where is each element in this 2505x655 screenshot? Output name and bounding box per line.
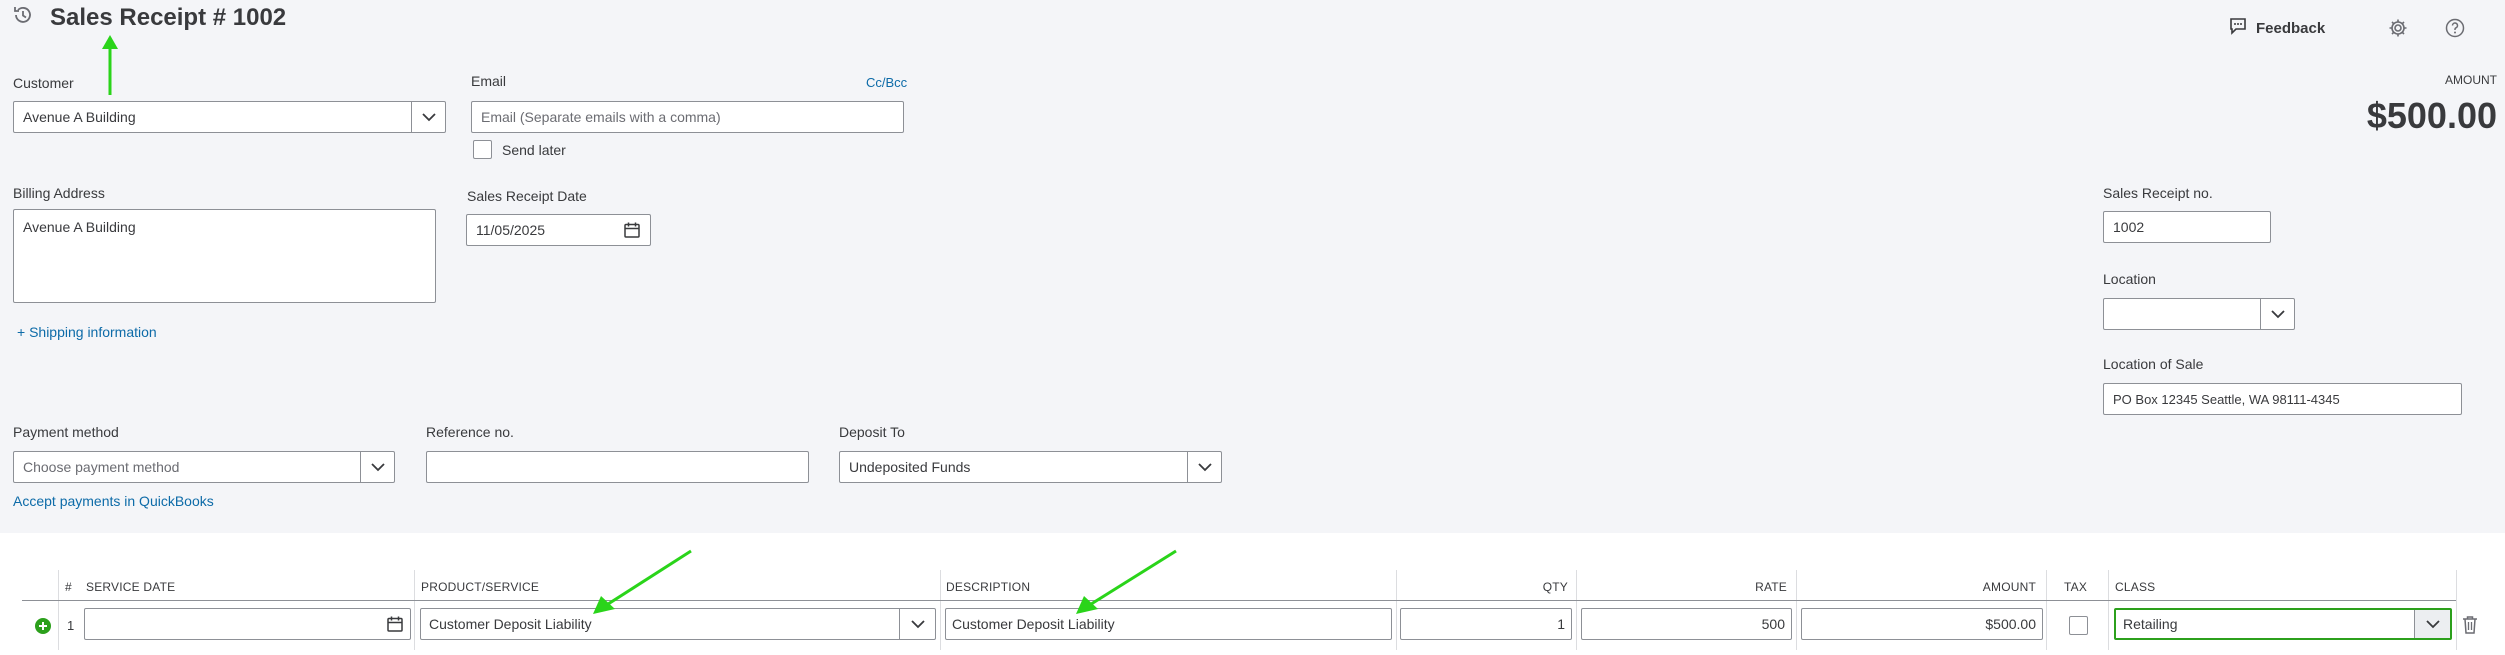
chevron-down-icon[interactable] [1187, 452, 1221, 482]
location-label: Location [2103, 271, 2156, 287]
rate-cell[interactable]: 500 [1581, 608, 1792, 640]
customer-select[interactable]: Avenue A Building [13, 101, 446, 133]
billing-address-value: Avenue A Building [23, 219, 136, 235]
feedback-label: Feedback [2256, 20, 2326, 37]
send-later-label: Send later [502, 142, 566, 158]
payment-method-label: Payment method [13, 424, 119, 440]
email-field[interactable]: Email (Separate emails with a comma) [471, 101, 904, 133]
accept-payments-link[interactable]: Accept payments in QuickBooks [13, 493, 214, 509]
location-of-sale-field[interactable]: PO Box 12345 Seattle, WA 98111-4345 [2103, 383, 2462, 415]
payment-method-select[interactable]: Choose payment method [13, 451, 395, 483]
sales-receipt-no-field[interactable]: 1002 [2103, 211, 2271, 243]
help-icon[interactable] [2445, 18, 2465, 43]
send-later-checkbox[interactable] [473, 140, 492, 159]
trash-icon[interactable] [2462, 615, 2478, 640]
add-line-icon[interactable] [35, 618, 51, 634]
chevron-down-icon[interactable] [2260, 299, 2294, 329]
col-product-header: PRODUCT/SERVICE [421, 580, 540, 594]
col-rate-header: RATE [1755, 580, 1787, 594]
history-icon[interactable] [12, 4, 34, 26]
sales-receipt-date-field[interactable]: 11/05/2025 [466, 214, 651, 246]
table-header-divider [22, 600, 2456, 601]
location-select[interactable] [2103, 298, 2295, 330]
customer-label: Customer [13, 75, 74, 91]
calendar-icon[interactable] [386, 615, 404, 633]
amount-value: $500.00 [2366, 95, 2497, 136]
feedback-icon [2228, 16, 2248, 41]
gear-icon[interactable] [2388, 18, 2408, 43]
col-class-header: CLASS [2115, 580, 2156, 594]
shipping-information-link[interactable]: + Shipping information [17, 324, 157, 340]
annotation-arrow [1076, 549, 1177, 614]
location-of-sale-label: Location of Sale [2103, 356, 2204, 372]
sales-receipt-date-label: Sales Receipt Date [467, 188, 587, 204]
annotation-arrow [102, 35, 118, 95]
service-date-cell[interactable] [84, 608, 411, 640]
class-value: Retailing [2123, 616, 2178, 632]
sales-receipt-date-value: 11/05/2025 [476, 222, 546, 238]
email-label: Email [471, 73, 507, 89]
annotation-arrow [593, 549, 692, 614]
page-title: Sales Receipt # 1002 [50, 4, 287, 31]
deposit-to-value: Undeposited Funds [849, 459, 971, 475]
class-cell[interactable]: Retailing [2114, 608, 2452, 640]
row-number: 1 [67, 618, 75, 633]
reference-no-field[interactable] [426, 451, 809, 483]
deposit-to-select[interactable]: Undeposited Funds [839, 451, 1222, 483]
deposit-to-label: Deposit To [839, 424, 905, 440]
chevron-down-icon[interactable] [899, 609, 935, 639]
customer-value: Avenue A Building [23, 109, 136, 125]
billing-address-field[interactable]: Avenue A Building [13, 209, 436, 303]
col-num-header: # [65, 580, 72, 594]
tax-checkbox[interactable] [2069, 616, 2088, 635]
col-tax-header: TAX [2064, 580, 2088, 594]
col-qty-header: QTY [1542, 580, 1568, 594]
col-description-header: DESCRIPTION [946, 580, 1031, 594]
feedback-button[interactable]: Feedback [2228, 16, 2325, 41]
chevron-down-icon[interactable] [411, 102, 445, 132]
qty-cell[interactable]: 1 [1400, 608, 1572, 640]
amount-label: AMOUNT [2445, 73, 2497, 87]
amount-cell[interactable]: $500.00 [1801, 608, 2043, 640]
chevron-down-icon[interactable] [360, 452, 394, 482]
chevron-down-icon[interactable] [2414, 610, 2450, 638]
cc-bcc-link[interactable]: Cc/Bcc [866, 75, 907, 90]
reference-no-label: Reference no. [426, 424, 514, 440]
col-amount-header: AMOUNT [1982, 580, 2036, 594]
calendar-icon[interactable] [623, 221, 650, 239]
col-service-date-header: SERVICE DATE [86, 580, 176, 594]
billing-address-label: Billing Address [13, 185, 105, 201]
sales-receipt-no-label: Sales Receipt no. [2103, 185, 2213, 201]
product-service-value: Customer Deposit Liability [429, 616, 592, 632]
payment-method-value: Choose payment method [23, 459, 180, 475]
